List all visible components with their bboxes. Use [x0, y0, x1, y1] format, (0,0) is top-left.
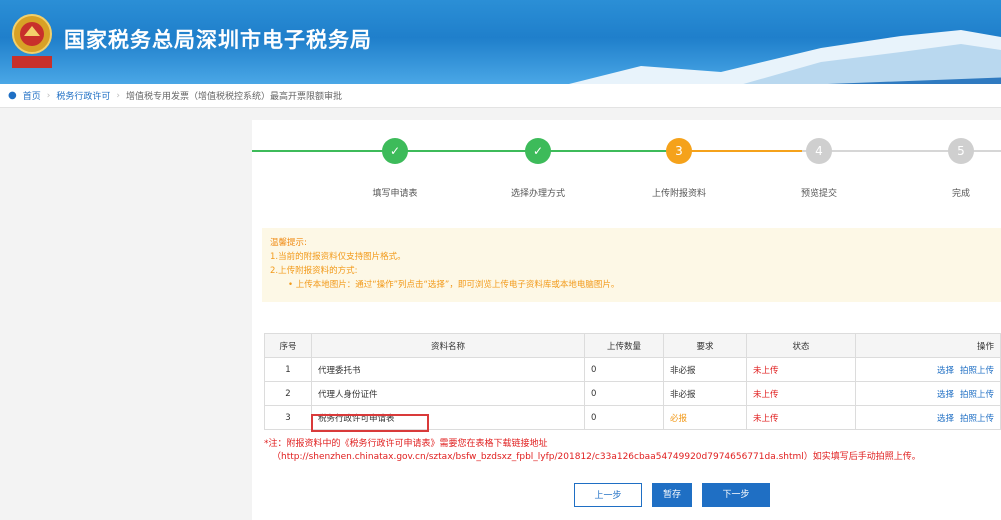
save-draft-button[interactable]: 暂存 — [652, 483, 692, 507]
step-line-done — [252, 150, 667, 152]
col-header-status: 状态 — [746, 333, 856, 358]
breadcrumb: ● 首页 › 税务行政许可 › 增值税专用发票（增值税税控系统）最高开票限额审批 — [0, 84, 1001, 108]
next-button[interactable]: 下一步 — [702, 483, 770, 507]
footnote-link[interactable]: （http://shenzhen.chinatax.gov.cn/sztax/b… — [264, 451, 921, 464]
prev-button[interactable]: 上一步 — [574, 483, 642, 507]
site-title: 国家税务总局深圳市电子税务局 — [64, 28, 372, 52]
tax-emblem-logo — [12, 14, 52, 68]
step-1: ✓ 填写申请表 — [340, 138, 450, 199]
col-header-no: 序号 — [264, 333, 312, 358]
breadcrumb-current: 增值税专用发票（增值税税控系统）最高开票限额审批 — [125, 92, 342, 102]
row-req: 必报 — [663, 405, 747, 430]
row-no: 2 — [264, 381, 312, 406]
row-count: 0 — [584, 405, 664, 430]
step-3-number: 3 — [666, 138, 692, 164]
breadcrumb-separator: › — [116, 90, 120, 101]
step-2-label: 选择办理方式 — [510, 189, 565, 199]
photo-upload-link[interactable]: 拍照上传 — [960, 414, 994, 424]
step-4-label: 预览提交 — [800, 189, 837, 199]
footnote-line: *注：附报资料中的《税务行政许可申请表》需要您在表格下载链接地址 — [264, 439, 548, 449]
notice-line: 2.上传附报资料的方式: — [270, 266, 358, 276]
col-header-action: 操作 — [855, 333, 1001, 358]
step-3: 3 上传附报资料 — [624, 138, 734, 199]
step-4-number: 4 — [806, 138, 832, 164]
photo-upload-link[interactable]: 拍照上传 — [960, 390, 994, 400]
col-header-count: 上传数量 — [584, 333, 664, 358]
select-link[interactable]: 选择 — [937, 414, 954, 424]
col-header-req: 要求 — [663, 333, 747, 358]
col-header-name: 资料名称 — [311, 333, 585, 358]
select-link[interactable]: 选择 — [937, 390, 954, 400]
step-5: 5 完成 — [906, 138, 1001, 199]
highlight-box — [311, 414, 429, 432]
site-header: 国家税务总局深圳市电子税务局 — [0, 0, 1001, 84]
notice-title: 温馨提示: — [270, 238, 307, 248]
tips-notice: 温馨提示: 1.当前的附报资料仅支持图片格式。 2.上传附报资料的方式: • 上… — [262, 228, 1001, 302]
step-progress: ✓ 填写申请表 ✓ 选择办理方式 3 上传附报资料 4 预览提交 5 完成 — [252, 138, 1001, 208]
table-row: 1 代理委托书 0 非必报 未上传 选择 拍照上传 — [264, 357, 1001, 382]
row-status: 未上传 — [746, 405, 856, 430]
step-2-check-icon: ✓ — [525, 138, 551, 164]
footnote: *注：附报资料中的《税务行政许可申请表》需要您在表格下载链接地址 （http:/… — [264, 438, 921, 464]
notice-line: • 上传本地图片：通过“操作”列点击“选择”，即可浏览上传电子资料库或本地电脑图… — [288, 280, 620, 290]
table-row: 2 代理人身份证件 0 非必报 未上传 选择 拍照上传 — [264, 381, 1001, 406]
breadcrumb-separator: › — [46, 90, 51, 101]
location-pin-icon: ● — [8, 90, 17, 101]
table-header-row: 序号 资料名称 上传数量 要求 状态 操作 — [264, 333, 1001, 358]
row-status: 未上传 — [746, 381, 856, 406]
row-name: 代理委托书 — [311, 357, 585, 382]
button-bar: 上一步 暂存 下一步 — [574, 483, 770, 507]
row-actions: 选择 拍照上传 — [855, 381, 1001, 406]
select-link[interactable]: 选择 — [937, 366, 954, 376]
step-5-number: 5 — [948, 138, 974, 164]
notice-line: 1.当前的附报资料仅支持图片格式。 — [270, 252, 406, 262]
breadcrumb-home[interactable]: 首页 — [23, 89, 41, 102]
mountain-banner — [569, 30, 1001, 84]
step-3-label: 上传附报资料 — [651, 189, 706, 199]
row-count: 0 — [584, 381, 664, 406]
row-actions: 选择 拍照上传 — [855, 357, 1001, 382]
row-actions: 选择 拍照上传 — [855, 405, 1001, 430]
row-no: 3 — [264, 405, 312, 430]
row-status: 未上传 — [746, 357, 856, 382]
row-count: 0 — [584, 357, 664, 382]
breadcrumb-level1[interactable]: 税务行政许可 — [56, 89, 110, 102]
step-2: ✓ 选择办理方式 — [483, 138, 593, 199]
row-name: 代理人身份证件 — [311, 381, 585, 406]
step-1-label: 填写申请表 — [372, 189, 418, 199]
row-req: 非必报 — [663, 381, 747, 406]
step-5-label: 完成 — [951, 189, 970, 199]
main-panel: ✓ 填写申请表 ✓ 选择办理方式 3 上传附报资料 4 预览提交 5 完成 温馨… — [252, 120, 1001, 520]
photo-upload-link[interactable]: 拍照上传 — [960, 366, 994, 376]
row-no: 1 — [264, 357, 312, 382]
step-1-check-icon: ✓ — [382, 138, 408, 164]
row-req: 非必报 — [663, 357, 747, 382]
step-4: 4 预览提交 — [764, 138, 874, 199]
